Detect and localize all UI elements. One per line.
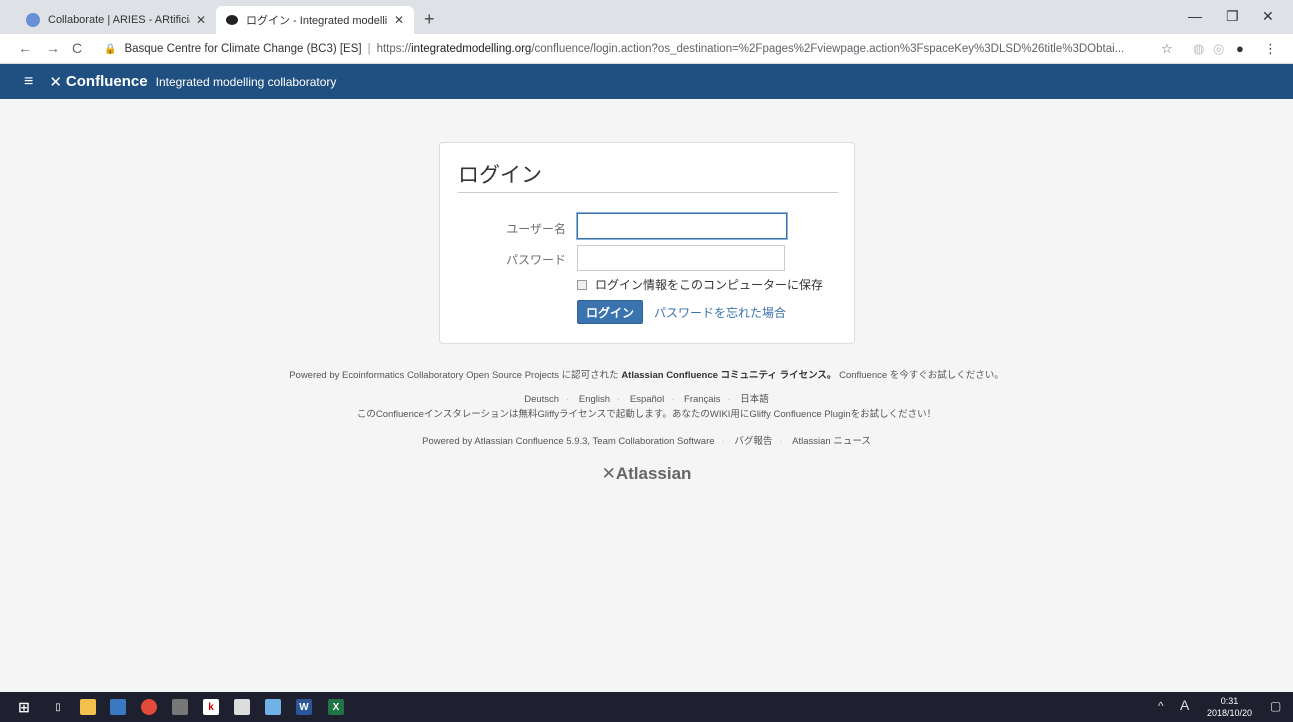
address-bar[interactable]: 🔒 Basque Centre for Climate Change (BC3)…: [104, 38, 1154, 60]
new-tab-button[interactable]: +: [424, 9, 435, 30]
lang-english-link[interactable]: English: [579, 394, 610, 405]
license-name: Atlassian Confluence コミュニティ ライセンス。: [621, 370, 837, 381]
confluence-favicon-icon: [226, 15, 238, 25]
excel-icon[interactable]: X: [328, 699, 344, 715]
hamburger-menu-icon[interactable]: ≡: [24, 73, 33, 91]
ime-indicator[interactable]: A: [1180, 697, 1189, 713]
password-input[interactable]: [577, 245, 785, 271]
powered-version-link[interactable]: Powered by Atlassian Confluence 5.9.3, T…: [422, 436, 714, 447]
clock-date: 2018/10/20: [1207, 708, 1253, 718]
windows-taskbar: ⊞ ▯ k W X ^ A 0:31 2018/10/20 ▢: [0, 692, 1293, 722]
url-host: integratedmodelling.org: [411, 43, 532, 55]
atlassian-news-link[interactable]: Atlassian ニュース: [792, 436, 871, 447]
system-clock[interactable]: 0:31 2018/10/20: [1207, 695, 1252, 719]
footer-license-line: Powered by Ecoinformatics Collaboratory …: [0, 367, 1293, 381]
try-confluence-link[interactable]: Confluence を今すぐお試しください。: [839, 370, 1004, 381]
task-view-icon[interactable]: ▯: [50, 699, 66, 715]
tab-title: ログイン - Integrated modelling co: [246, 15, 388, 27]
atlassian-logo[interactable]: ✕Atlassian: [0, 464, 1293, 484]
login-panel: ログイン ユーザー名 パスワード ログイン情報をこのコンピューターに保存 ログイ…: [439, 142, 855, 344]
reload-icon[interactable]: C: [72, 40, 82, 56]
extension-icon[interactable]: ◍: [1193, 41, 1204, 57]
powered-by-text: Powered by Ecoinformatics Collaboratory …: [289, 370, 619, 381]
app-icon[interactable]: k: [203, 699, 219, 715]
browser-tab-strip: Collaborate | ARIES - ARtificial Ir ✕ ログ…: [0, 0, 1293, 34]
notification-icon[interactable]: ▢: [1270, 699, 1281, 713]
mail-app-icon[interactable]: [110, 699, 126, 715]
url-path: /confluence/login.action?os_destination=…: [531, 43, 1125, 55]
confluence-logo[interactable]: ✕ Confluence: [49, 73, 147, 91]
password-label: パスワード: [505, 253, 566, 267]
profile-icon[interactable]: ●: [1236, 41, 1244, 56]
login-button[interactable]: ログイン: [577, 300, 643, 324]
lang-espanol-link[interactable]: Español: [630, 394, 664, 405]
close-tab-icon[interactable]: ✕: [394, 13, 404, 27]
certificate-org: Basque Centre for Climate Change (BC3) […: [124, 43, 362, 55]
extension-icon[interactable]: ◎: [1213, 41, 1224, 57]
page-title: ログイン: [458, 164, 542, 187]
minimize-button[interactable]: —: [1188, 8, 1202, 24]
divider: [458, 192, 838, 193]
browser-tab-login[interactable]: ログイン - Integrated modelling co ✕: [216, 6, 414, 34]
app-icon[interactable]: [265, 699, 281, 715]
tab-title: Collaborate | ARIES - ARtificial Ir: [48, 14, 190, 26]
windows-start-icon[interactable]: ⊞: [16, 699, 32, 715]
site-name: Integrated modelling collaboratory: [155, 74, 337, 89]
username-input[interactable]: [577, 213, 787, 239]
atlassian-mark-icon: ✕: [601, 464, 616, 483]
url-scheme: https://: [376, 43, 412, 55]
lang-deutsch-link[interactable]: Deutsch: [524, 394, 559, 405]
username-label: ユーザー名: [506, 222, 566, 236]
globe-icon: [26, 13, 40, 27]
app-header: ≡ ✕ Confluence Integrated modelling coll…: [0, 64, 1293, 99]
checkbox-box[interactable]: [577, 279, 587, 290]
close-window-button[interactable]: ✕: [1262, 8, 1274, 25]
footer-version-line: Powered by Atlassian Confluence 5.9.3, T…: [422, 436, 871, 447]
maximize-button[interactable]: ❐: [1226, 8, 1239, 25]
chrome-icon[interactable]: [141, 699, 157, 715]
language-links: Deutsch · English · Español · Français · 日本語: [524, 394, 769, 405]
file-explorer-icon[interactable]: [80, 699, 96, 715]
remember-me-checkbox[interactable]: ログイン情報をこのコンピューターに保存: [577, 276, 823, 293]
gliffy-notice: このConfluenceインスタレーションは無料Gliffyライセンスで起動しま…: [356, 409, 937, 420]
lang-japanese-link[interactable]: 日本語: [740, 394, 769, 405]
show-hidden-icons[interactable]: ^: [1158, 699, 1164, 713]
confluence-x-icon: ✕: [49, 73, 62, 91]
product-name: Confluence: [65, 73, 148, 90]
more-menu-icon[interactable]: ⋮: [1264, 41, 1277, 57]
app-icon[interactable]: [234, 699, 250, 715]
browser-tab-aries[interactable]: Collaborate | ARIES - ARtificial Ir ✕: [16, 6, 216, 34]
back-icon[interactable]: ←: [18, 40, 32, 56]
lang-francais-link[interactable]: Français: [684, 394, 720, 405]
remember-me-label: ログイン情報をこのコンピューターに保存: [595, 278, 824, 292]
word-icon[interactable]: W: [296, 699, 312, 715]
clock-time: 0:31: [1220, 696, 1239, 706]
close-tab-icon[interactable]: ✕: [196, 13, 206, 27]
bug-report-link[interactable]: バグ報告: [734, 436, 772, 447]
browser-toolbar: ← → C 🔒 Basque Centre for Climate Change…: [0, 34, 1293, 64]
bookmark-star-icon[interactable]: ☆: [1161, 41, 1173, 57]
forward-icon[interactable]: →: [46, 40, 60, 56]
lock-icon: 🔒: [104, 43, 117, 55]
app-icon[interactable]: [172, 699, 188, 715]
forgot-password-link[interactable]: パスワードを忘れた場合: [654, 304, 786, 321]
